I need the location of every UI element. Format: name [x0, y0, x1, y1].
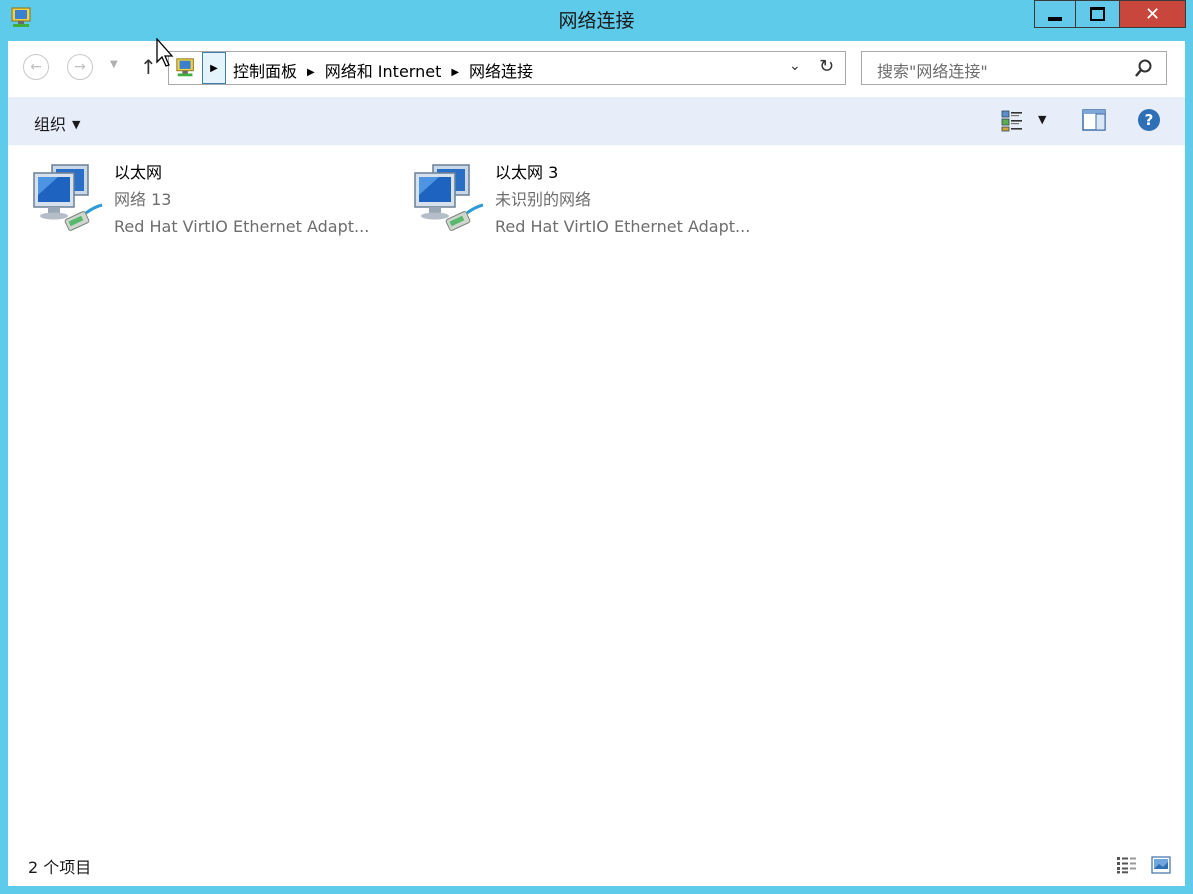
- item-details: 以太网 3 未识别的网络 Red Hat VirtIO Ethernet Ada…: [495, 159, 750, 240]
- chevron-right-icon: ▶: [210, 62, 218, 74]
- connection-adapter: Red Hat VirtIO Ethernet Adapt...: [114, 217, 370, 236]
- list-item[interactable]: 以太网 网络 13 Red Hat VirtIO Ethernet Adapt.…: [32, 159, 402, 239]
- view-options-dropdown[interactable]: ▼: [1038, 113, 1046, 126]
- recent-locations-button[interactable]: ▼: [110, 59, 118, 70]
- ethernet-adapter-icon: [414, 164, 484, 231]
- refresh-button[interactable]: ↻: [819, 56, 834, 77]
- minimize-button[interactable]: [1034, 0, 1076, 28]
- maximize-icon: [1090, 7, 1105, 21]
- connection-name: 以太网: [114, 163, 163, 182]
- up-button[interactable]: ↑: [140, 55, 157, 79]
- help-glyph: ?: [1144, 111, 1154, 129]
- search-input[interactable]: 搜索"网络连接": [861, 51, 1167, 85]
- breadcrumb-network-connections[interactable]: 网络连接: [469, 62, 533, 81]
- back-button[interactable]: ←: [23, 54, 49, 80]
- file-list-area[interactable]: 以太网 网络 13 Red Hat VirtIO Ethernet Adapt.…: [8, 145, 1185, 835]
- address-bar[interactable]: ▶ 控制面板 ▶ 网络和 Internet ▶ 网络连接 ⌄ ↻: [168, 51, 846, 85]
- minimize-icon: [1048, 17, 1062, 21]
- mouse-cursor-icon: [156, 38, 174, 67]
- close-button[interactable]: ✕: [1120, 0, 1186, 28]
- chevron-right-icon[interactable]: ▶: [451, 67, 459, 78]
- maximize-button[interactable]: [1076, 0, 1120, 28]
- connection-name: 以太网 3: [495, 163, 559, 182]
- connection-network: 网络 13: [114, 190, 172, 209]
- breadcrumb: 控制面板 ▶ 网络和 Internet ▶ 网络连接: [233, 58, 533, 82]
- explorer-window: ← → ▼ ↑ ▶ 控制面板 ▶ 网络和 Internet ▶ 网络连接 ⌄ ↻ 搜索"…: [8, 41, 1185, 886]
- back-arrow-icon: ←: [30, 59, 42, 75]
- breadcrumb-network-internet[interactable]: 网络和 Internet: [325, 62, 442, 81]
- search-placeholder: 搜索"网络连接": [877, 62, 988, 81]
- breadcrumb-control-panel[interactable]: 控制面板: [233, 62, 297, 81]
- network-connections-icon: [176, 58, 194, 77]
- organize-label: 组织: [34, 115, 67, 134]
- close-icon: ✕: [1144, 3, 1161, 25]
- chevron-right-icon[interactable]: ▶: [307, 67, 315, 78]
- address-history-dropdown[interactable]: ⌄: [789, 58, 801, 74]
- preview-pane-icon[interactable]: [1082, 109, 1106, 131]
- help-icon[interactable]: ?: [1138, 109, 1160, 131]
- organize-menu-button[interactable]: 组织 ▼: [34, 111, 80, 135]
- item-details: 以太网 网络 13 Red Hat VirtIO Ethernet Adapt.…: [114, 159, 369, 240]
- connection-network: 未识别的网络: [495, 190, 592, 209]
- title-bar[interactable]: 网络连接 ✕: [0, 0, 1193, 40]
- navigation-bar: ← → ▼ ↑ ▶ 控制面板 ▶ 网络和 Internet ▶ 网络连接 ⌄ ↻ 搜索"…: [8, 41, 1185, 97]
- list-item[interactable]: 以太网 3 未识别的网络 Red Hat VirtIO Ethernet Ada…: [413, 159, 783, 239]
- large-icons-view-icon[interactable]: [1151, 856, 1171, 874]
- forward-button[interactable]: →: [67, 54, 93, 80]
- connection-adapter: Red Hat VirtIO Ethernet Adapt...: [495, 217, 751, 236]
- change-view-icon[interactable]: [1001, 110, 1025, 132]
- item-count: 2 个项目: [28, 858, 92, 877]
- command-bar: 组织 ▼ ▼ ?: [8, 97, 1185, 145]
- window-title: 网络连接: [558, 10, 635, 32]
- address-root-chevron[interactable]: ▶: [202, 52, 226, 84]
- search-icon: [1135, 59, 1152, 77]
- details-view-icon[interactable]: [1116, 856, 1138, 874]
- forward-arrow-icon: →: [74, 59, 86, 75]
- status-bar: 2 个项目: [8, 846, 1185, 886]
- chevron-down-icon: ▼: [72, 118, 81, 131]
- ethernet-adapter-icon: [33, 164, 103, 231]
